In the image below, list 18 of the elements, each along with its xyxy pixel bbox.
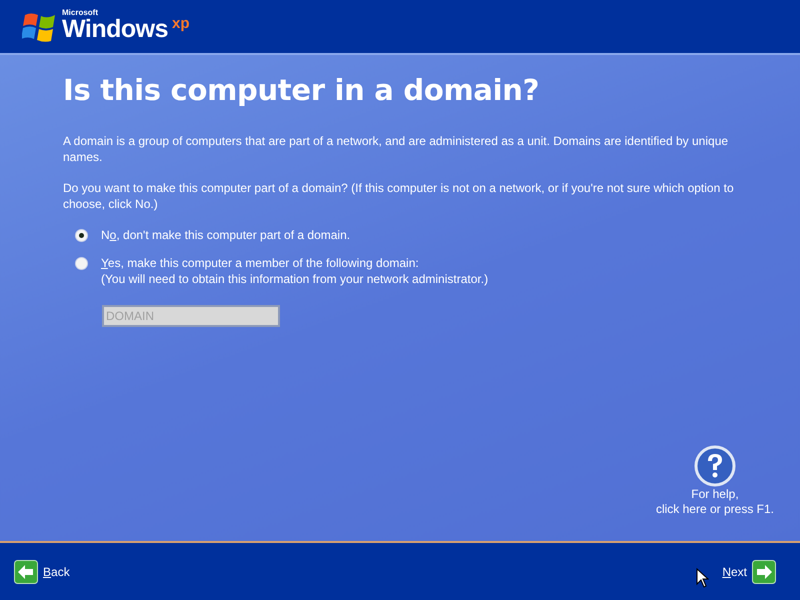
paragraph: A domain is a group of computers that are part of a network, and are administered as a unit. Domains are identified by unique names.	[63, 133, 730, 165]
radio-button[interactable]	[76, 258, 87, 269]
windows-flag-icon	[22, 10, 58, 42]
logo-company: Microsoft	[62, 8, 99, 17]
help-text[interactable]: click here or press F1.	[656, 502, 774, 517]
radio-label[interactable]: No, don't make this computer part of a domain.	[101, 227, 350, 243]
page-title: Is this computer in a domain?	[63, 73, 540, 107]
logo-product: Windows	[62, 17, 168, 41]
paragraph: Do you want to make this computer part of a domain? (If this computer is not on a network, or if you're not sure which option to choose, click No.)	[63, 180, 735, 212]
radio-label[interactable]: Yes, make this computer a member of the following domain:	[101, 255, 488, 271]
option-note: (You will need to obtain this information from your network administrator.)	[101, 271, 488, 287]
logo-edition: xp	[172, 14, 190, 32]
help-text[interactable]: For help,	[691, 487, 739, 502]
next-button[interactable]: Next	[722, 560, 776, 584]
radio-button[interactable]	[76, 230, 87, 241]
back-button[interactable]: Back	[14, 560, 70, 584]
mouse-cursor-icon	[696, 568, 709, 588]
help-icon[interactable]	[694, 445, 736, 487]
